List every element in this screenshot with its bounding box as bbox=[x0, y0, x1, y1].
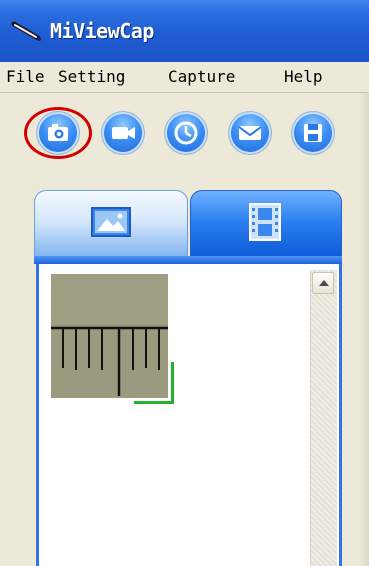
pen-icon bbox=[11, 21, 41, 41]
window-edge bbox=[360, 93, 369, 566]
film-icon bbox=[249, 203, 281, 241]
window-title: MiViewCap bbox=[50, 19, 154, 43]
save-icon bbox=[304, 124, 322, 142]
capture-highlight-ring bbox=[24, 107, 92, 159]
menu-help[interactable]: Help bbox=[284, 66, 323, 88]
menu-bar: File Setting Capture Help bbox=[0, 62, 369, 92]
thumbnail-selection-marker bbox=[134, 362, 174, 404]
arrow-up-icon bbox=[319, 280, 329, 286]
video-camera-icon bbox=[112, 127, 135, 139]
menu-capture[interactable]: Capture bbox=[168, 66, 235, 88]
scroll-up-button[interactable] bbox=[312, 272, 334, 294]
record-video-button[interactable] bbox=[102, 112, 144, 154]
timer-button[interactable] bbox=[165, 112, 207, 154]
tab-images[interactable] bbox=[34, 190, 188, 258]
mail-icon bbox=[238, 126, 262, 140]
save-button[interactable] bbox=[292, 112, 334, 154]
tab-strip-bar bbox=[34, 256, 342, 264]
tab-videos[interactable] bbox=[190, 190, 342, 258]
image-icon bbox=[91, 207, 131, 237]
clock-icon bbox=[174, 121, 198, 145]
menu-file[interactable]: File bbox=[6, 66, 45, 88]
menu-setting[interactable]: Setting bbox=[58, 66, 125, 88]
vertical-scrollbar[interactable] bbox=[310, 270, 337, 566]
email-button[interactable] bbox=[229, 112, 271, 154]
title-bar[interactable]: MiViewCap bbox=[0, 0, 369, 62]
